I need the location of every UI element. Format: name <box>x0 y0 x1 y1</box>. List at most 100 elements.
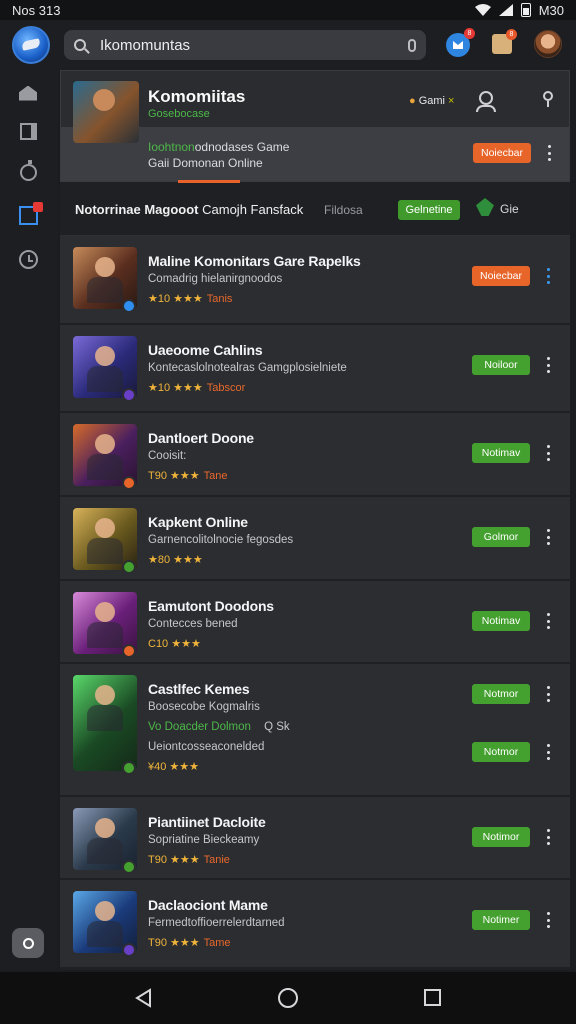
status-icons: M30 <box>474 2 564 18</box>
notification-badge: 8 <box>464 28 475 39</box>
battery-text: M30 <box>538 2 564 18</box>
game-rating: ★10 ★★★ Tabscor <box>148 382 246 394</box>
more-options-icon[interactable] <box>546 613 550 629</box>
game-rating: T90 ★★★ Tane <box>148 470 228 482</box>
status-time: Nos 313 <box>12 2 61 18</box>
platform-badge-icon <box>122 388 136 402</box>
status-bar: Nos 313 M30 <box>0 0 576 20</box>
app-logo[interactable] <box>12 26 50 64</box>
featured-card[interactable]: Komomiitas Gosebocase Ioohtnonodnodases … <box>60 70 570 182</box>
more-options-icon[interactable] <box>546 829 550 845</box>
more-options-icon[interactable] <box>546 529 550 545</box>
game-subtitle: Garnencolitolnocie fegosdes <box>148 534 294 546</box>
platform-badge-icon <box>122 943 136 957</box>
featured-more-icon[interactable] <box>547 145 551 161</box>
notification-icon[interactable]: 8 <box>446 28 475 57</box>
game-list-item[interactable]: Eamutont Doodons Contecces bened C10 ★★★ No… <box>60 581 570 663</box>
filter-button[interactable]: Gelnetine <box>398 200 460 220</box>
platform-badge-icon <box>122 560 136 574</box>
microphone-icon[interactable] <box>408 38 416 52</box>
game-list-item[interactable]: Castlfec Kemes Boosecobe Kogmalris Vo Doac… <box>60 664 570 796</box>
home-icon <box>19 85 37 101</box>
sidebar-item-timer[interactable] <box>15 159 41 185</box>
game-list-item[interactable]: Uaeoome Cahlins Kontecaslolnotealras Gamg… <box>60 325 570 412</box>
game-list-item[interactable]: Kapkent Online Garnencolitolnocie fegosde… <box>60 497 570 580</box>
game-list-item[interactable]: Piantiinet Dacloite Sopriatine Bieckeamy T… <box>60 797 570 879</box>
clock-icon <box>18 249 38 269</box>
book-icon <box>19 122 37 140</box>
game-secondary-button[interactable]: Notmor <box>472 742 530 762</box>
platform-badge-icon <box>122 761 136 775</box>
featured-subtitle: Gosebocase <box>148 108 210 120</box>
help-icon <box>22 937 34 949</box>
game-action-button[interactable]: Notimav <box>472 443 530 463</box>
signal-icon <box>498 4 513 16</box>
game-action-button[interactable]: Golmor <box>472 527 530 547</box>
game-subtitle: Boosecobe Kogmalris <box>148 701 260 713</box>
game-subtitle: Sopriatine Bieckeamy <box>148 834 260 846</box>
game-action-button[interactable]: Notimer <box>472 910 530 930</box>
featured-description: Ioohtnonodnodases Game <box>148 140 290 154</box>
featured-action-button[interactable]: Noiecbar <box>473 143 531 163</box>
search-input[interactable] <box>100 36 408 54</box>
game-action-button[interactable]: Notimav <box>472 611 530 631</box>
game-action-button[interactable]: Noiloor <box>472 355 530 375</box>
platform-badge-icon <box>122 860 136 874</box>
platform-badge-icon <box>122 644 136 658</box>
gift-icon[interactable]: 8 <box>492 29 517 54</box>
game-list-item[interactable]: Maline Komonitars Gare Rapelks Comadrig h… <box>60 236 570 324</box>
more-options-icon[interactable] <box>546 357 550 373</box>
home-button-icon[interactable] <box>278 988 298 1008</box>
featured-tag: ● Gami × <box>409 95 455 107</box>
game-title: Daclaociont Mame <box>148 897 268 913</box>
game-action-button[interactable]: Noiecbar <box>472 266 530 286</box>
featured-thumbnail[interactable] <box>73 81 139 143</box>
featured-description-2: Gaii Domonan Online <box>148 156 263 170</box>
sidebar-item-home[interactable] <box>15 80 41 106</box>
edit-notification-dot <box>32 201 43 212</box>
game-action-button[interactable]: Notimor <box>472 827 530 847</box>
game-subtitle: Fermedtoffioerrelerdtarned <box>148 917 285 929</box>
sidebar-item-library[interactable] <box>15 118 41 144</box>
game-title: Castlfec Kemes <box>148 681 250 697</box>
system-nav-bar <box>0 972 576 1024</box>
leaf-icon[interactable] <box>476 198 494 216</box>
back-icon[interactable] <box>134 988 152 1008</box>
more-options-icon[interactable] <box>546 268 550 284</box>
search-bar[interactable] <box>64 30 426 60</box>
pin-icon[interactable] <box>543 91 553 107</box>
game-title: Uaeoome Cahlins <box>148 342 263 358</box>
game-subtitle: Cooisit: <box>148 450 187 462</box>
sidebar-item-history[interactable] <box>15 246 41 272</box>
wifi-icon <box>474 4 491 16</box>
more-options-icon[interactable] <box>546 686 550 702</box>
game-title: Eamutont Doodons <box>148 598 274 614</box>
more-options-icon[interactable] <box>546 912 550 928</box>
top-bar: 8 8 <box>0 20 576 70</box>
game-rating: ¥40 ★★★ <box>148 761 199 773</box>
sidebar <box>0 70 58 970</box>
sidebar-item-edit[interactable] <box>15 201 43 228</box>
game-action-button[interactable]: Notmor <box>472 684 530 704</box>
main-content: Komomiitas Gosebocase Ioohtnonodnodases … <box>60 70 570 970</box>
gift-badge: 8 <box>506 29 517 40</box>
game-thumbnail[interactable] <box>73 675 137 771</box>
game-list-item[interactable]: Daclaociont Mame Fermedtoffioerrelerdtarn… <box>60 880 570 968</box>
person-icon[interactable] <box>476 91 496 112</box>
filter-bar: Notorrinae Magooot Camojh Fansfack Fildo… <box>60 184 570 236</box>
game-title: Kapkent Online <box>148 514 248 530</box>
game-rating: T90 ★★★ Tanie <box>148 854 230 866</box>
edit-icon <box>18 201 43 225</box>
filter-sort-link[interactable]: Fildosa <box>324 203 363 217</box>
game-subtitle-2: Ueiontcosseaconelded <box>148 741 265 753</box>
platform-badge-icon <box>122 299 136 313</box>
avatar[interactable] <box>534 30 562 58</box>
game-list-item[interactable]: Dantloert Doone Cooisit: T90 ★★★ Tane Notima… <box>60 413 570 496</box>
help-button[interactable] <box>12 928 44 958</box>
more-options-icon[interactable] <box>546 744 550 760</box>
featured-title: Komomiitas <box>148 87 246 106</box>
tab-indicator <box>178 180 240 183</box>
recent-apps-icon[interactable] <box>424 989 441 1006</box>
game-title: Maline Komonitars Gare Rapelks <box>148 253 361 269</box>
more-options-icon[interactable] <box>546 445 550 461</box>
